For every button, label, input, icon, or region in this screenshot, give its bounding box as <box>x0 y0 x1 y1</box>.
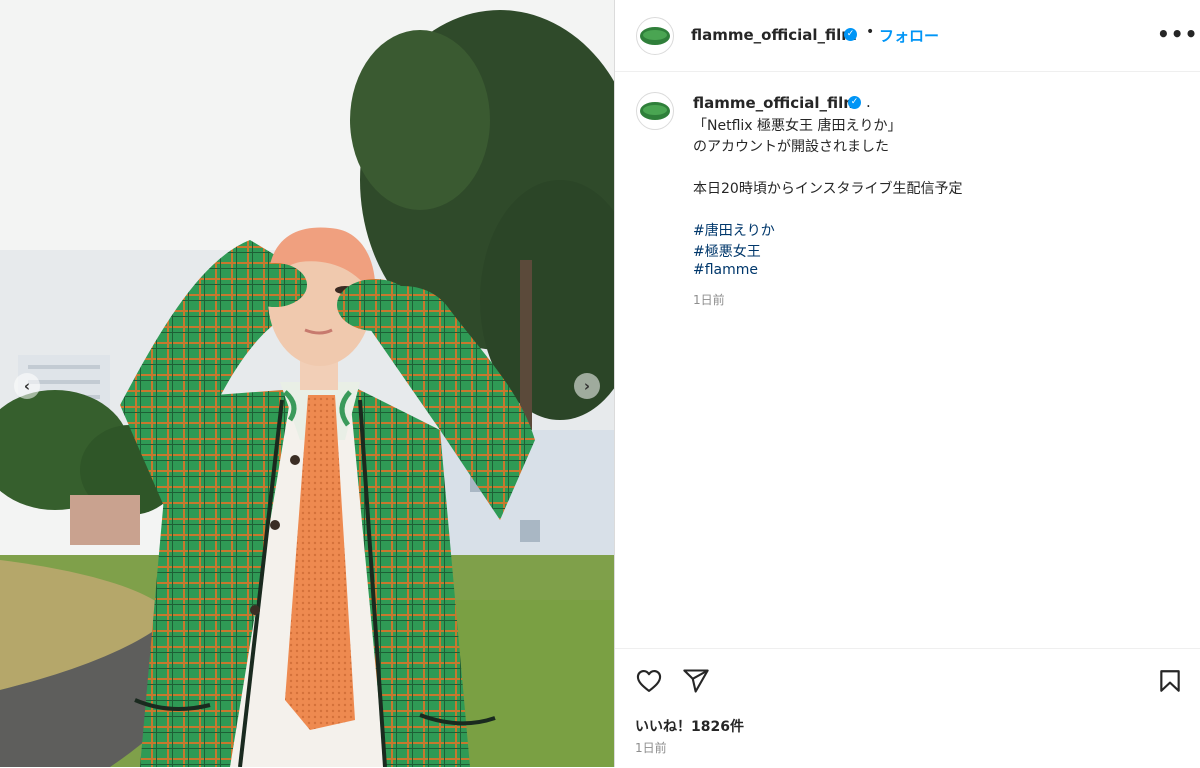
verified-badge-icon: ✓ <box>848 96 861 109</box>
follow-button[interactable]: フォロー <box>879 25 939 46</box>
post-date[interactable]: 1日前 <box>635 739 667 756</box>
post-media[interactable]: ‹ › <box>0 0 614 767</box>
post-header: flamme_official_film ✓ • フォロー ••• <box>615 0 1200 72</box>
post-side-panel: flamme_official_film ✓ • フォロー ••• flamme… <box>615 0 1200 767</box>
leaf-logo-highlight <box>643 105 667 115</box>
leaf-logo-highlight <box>643 30 667 40</box>
caption-avatar[interactable] <box>636 92 674 130</box>
more-options-icon[interactable]: ••• <box>1157 22 1198 46</box>
carousel-prev-button[interactable]: ‹ <box>14 373 40 399</box>
avatar[interactable] <box>636 17 674 55</box>
caption-line: のアカウントが開設されました <box>693 139 889 155</box>
caption-username[interactable]: flamme_official_film <box>693 94 859 112</box>
bookmark-icon[interactable] <box>1157 667 1183 695</box>
heart-icon[interactable] <box>635 667 663 695</box>
carousel-next-button[interactable]: › <box>574 373 600 399</box>
header-separator: • <box>866 24 875 40</box>
share-icon[interactable] <box>682 667 710 695</box>
hashtag-link[interactable]: #極悪女王 <box>693 241 761 261</box>
hashtag-link[interactable]: #flamme <box>693 262 758 278</box>
caption-line: 本日20時頃からインスタライブ生配信予定 <box>693 181 963 197</box>
caption-dot: . <box>866 93 871 111</box>
caption-line: 「Netflix 極悪女王 唐田えりか」 <box>693 118 902 134</box>
likes-count[interactable]: いいね！1826件 <box>635 716 744 736</box>
hashtag-link[interactable]: #唐田えりか <box>693 220 775 240</box>
header-username[interactable]: flamme_official_film <box>691 26 857 44</box>
caption-timestamp[interactable]: 1日前 <box>693 291 725 308</box>
post-actions: いいね！1826件 1日前 <box>615 648 1200 768</box>
post-photo <box>0 0 614 767</box>
verified-badge-icon: ✓ <box>844 28 857 41</box>
